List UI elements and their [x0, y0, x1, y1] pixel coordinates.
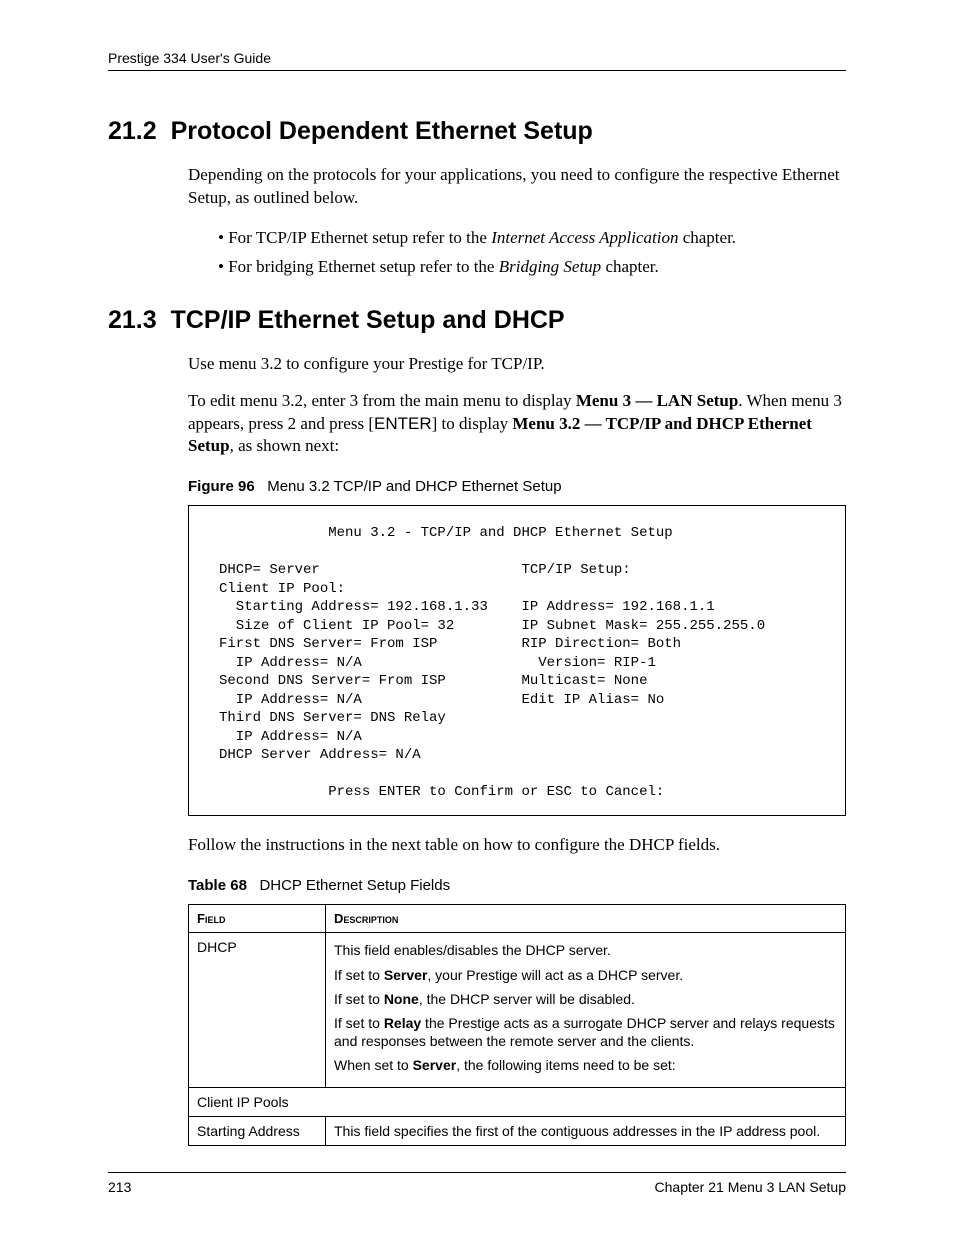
keyword: None: [384, 991, 419, 1007]
bullet-text: chapter.: [601, 257, 659, 276]
table-row: DHCP This field enables/disables the DHC…: [189, 933, 846, 1087]
figure-title: Menu 3.2 TCP/IP and DHCP Ethernet Setup: [267, 478, 561, 495]
section-title: TCP/IP Ethernet Setup and DHCP: [171, 306, 565, 334]
table-row: Client IP Pools: [189, 1087, 846, 1116]
text-run: ] to display: [432, 414, 513, 433]
cell-description: This field specifies the first of the co…: [326, 1116, 846, 1145]
cell-field: DHCP: [189, 933, 326, 1087]
section-21-2-body: Depending on the protocols for your appl…: [188, 164, 846, 282]
text-run: To edit menu 3.2, enter 3 from the main …: [188, 391, 576, 410]
bullet-list: For TCP/IP Ethernet setup refer to the I…: [218, 224, 846, 282]
keyword: Relay: [384, 1015, 421, 1031]
keycap: ENTER: [374, 414, 432, 433]
col-header-description: Description: [326, 905, 846, 933]
running-header: Prestige 334 User's Guide: [108, 50, 846, 71]
page: Prestige 334 User's Guide 21.2 Protocol …: [0, 0, 954, 1235]
paragraph: Follow the instructions in the next tabl…: [188, 834, 846, 857]
section-heading-21-3: 21.3 TCP/IP Ethernet Setup and DHCP: [108, 306, 846, 335]
table-caption: Table 68 DHCP Ethernet Setup Fields: [188, 877, 846, 894]
cell-subheader: Client IP Pools: [189, 1087, 846, 1116]
col-header-field: Field: [189, 905, 326, 933]
keyword: Server: [413, 1057, 457, 1073]
section-number: 21.3: [108, 306, 157, 334]
page-number: 213: [108, 1179, 131, 1195]
body-area: 21.2 Protocol Dependent Ethernet Setup D…: [108, 99, 846, 1172]
text-run: If set to: [334, 991, 384, 1007]
bullet-text: For bridging Ethernet setup refer to the: [228, 257, 499, 276]
bullet-text: chapter.: [678, 228, 736, 247]
keyword: Server: [384, 967, 428, 983]
bullet-emphasis: Internet Access Application: [491, 228, 678, 247]
dhcp-fields-table: Field Description DHCP This field enable…: [188, 904, 846, 1145]
chapter-label: Chapter 21 Menu 3 LAN Setup: [655, 1179, 846, 1195]
desc-line: If set to None, the DHCP server will be …: [334, 990, 837, 1008]
bullet-tcpip: For TCP/IP Ethernet setup refer to the I…: [218, 224, 846, 253]
text-run: , the following items need to be set:: [456, 1057, 675, 1073]
bullet-bridging: For bridging Ethernet setup refer to the…: [218, 253, 846, 282]
section-21-2-intro: Depending on the protocols for your appl…: [188, 164, 846, 210]
desc-line: This field enables/disables the DHCP ser…: [334, 941, 837, 959]
cell-field: Starting Address: [189, 1116, 326, 1145]
bullet-emphasis: Bridging Setup: [499, 257, 601, 276]
paragraph: To edit menu 3.2, enter 3 from the main …: [188, 390, 846, 459]
section-number: 21.2: [108, 117, 157, 145]
figure-caption: Figure 96 Menu 3.2 TCP/IP and DHCP Ether…: [188, 478, 846, 495]
text-run: , your Prestige will act as a DHCP serve…: [427, 967, 683, 983]
text-run: , as shown next:: [230, 436, 340, 455]
table-row: Starting Address This field specifies th…: [189, 1116, 846, 1145]
page-footer: 213 Chapter 21 Menu 3 LAN Setup: [108, 1172, 846, 1195]
desc-line: When set to Server, the following items …: [334, 1056, 837, 1074]
figure-terminal: Menu 3.2 - TCP/IP and DHCP Ethernet Setu…: [188, 505, 846, 816]
text-run: If set to: [334, 967, 384, 983]
text-run: If set to: [334, 1015, 384, 1031]
cell-description: This field enables/disables the DHCP ser…: [326, 933, 846, 1087]
desc-line: If set to Server, your Prestige will act…: [334, 966, 837, 984]
desc-line: If set to Relay the Prestige acts as a s…: [334, 1014, 837, 1050]
paragraph: Use menu 3.2 to configure your Prestige …: [188, 353, 846, 376]
menu-name: Menu 3 — LAN Setup: [576, 391, 738, 410]
text-run: , the DHCP server will be disabled.: [419, 991, 635, 1007]
section-title: Protocol Dependent Ethernet Setup: [171, 117, 593, 145]
table-label: Table 68: [188, 877, 247, 894]
section-heading-21-2: 21.2 Protocol Dependent Ethernet Setup: [108, 117, 846, 146]
table-header-row: Field Description: [189, 905, 846, 933]
bullet-text: For TCP/IP Ethernet setup refer to the: [228, 228, 491, 247]
table-title: DHCP Ethernet Setup Fields: [259, 877, 450, 894]
figure-label: Figure 96: [188, 478, 255, 495]
text-run: When set to: [334, 1057, 413, 1073]
section-21-3-body: Use menu 3.2 to configure your Prestige …: [188, 353, 846, 1146]
